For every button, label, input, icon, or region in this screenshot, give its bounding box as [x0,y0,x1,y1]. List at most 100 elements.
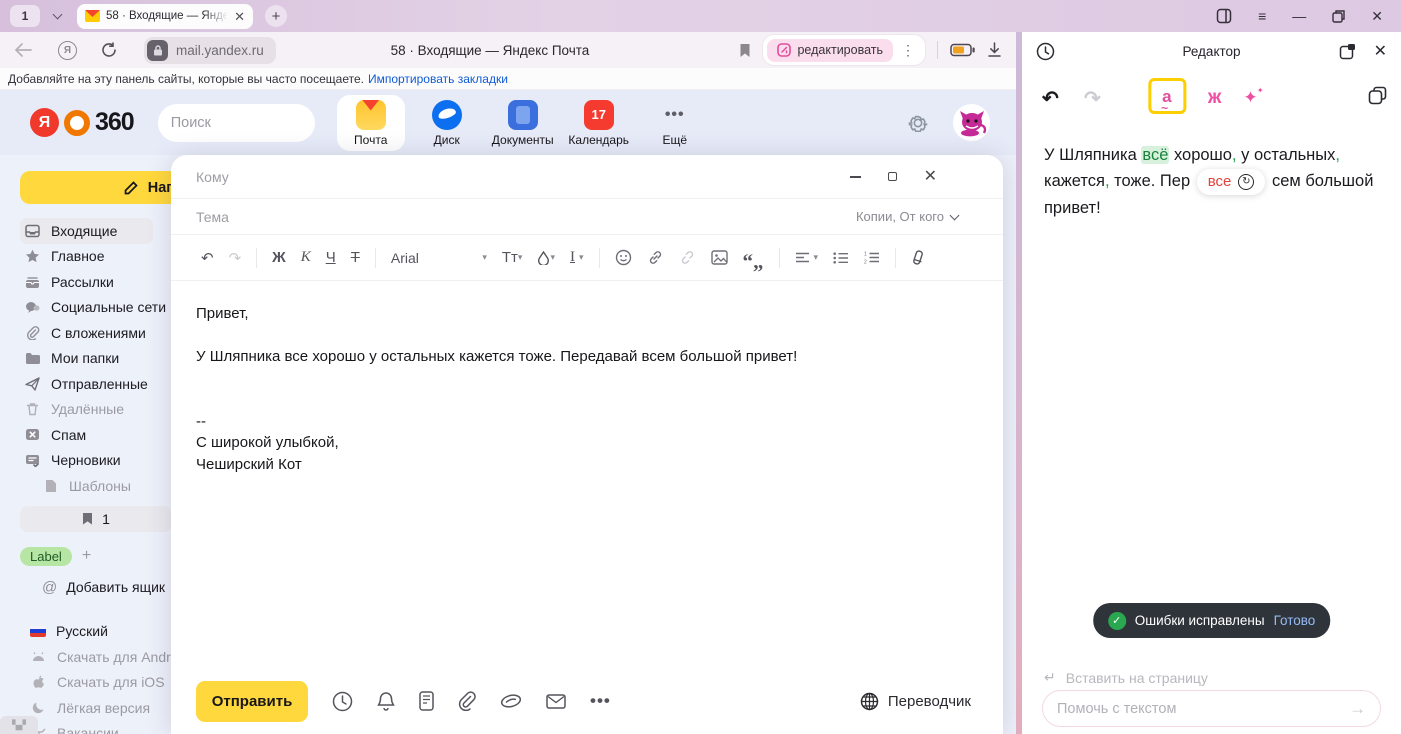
avatar[interactable] [953,104,990,141]
link-icon[interactable] [647,249,664,266]
editor-text[interactable]: У Шляпника всё хорошо, у остальных, каже… [1044,142,1379,222]
insert-to-page-button[interactable]: ↵ Вставить на страницу [1044,669,1208,686]
browser-tab[interactable]: 58 · Входящие — Яндек ✕ [77,4,253,29]
copies-from-toggle[interactable]: Копии, От кого [856,209,978,224]
emoji-icon[interactable] [615,249,632,266]
editor-redo-icon[interactable]: ↷ [1084,86,1101,111]
revert-icon[interactable]: ↻ [1238,174,1254,190]
service-more[interactable]: ••• Ещё [641,95,709,151]
tab-close-icon[interactable]: ✕ [234,10,245,23]
service-mail[interactable]: Почта [337,95,405,151]
service-calendar[interactable]: 17 Календарь [565,95,633,151]
copy-text-icon[interactable] [1368,86,1387,105]
send-button[interactable]: Отправить [196,681,308,722]
attach-file-icon[interactable] [458,691,476,711]
chevron-down-icon[interactable] [53,10,63,20]
font-select[interactable]: Arial ▾ [391,250,487,266]
reminder-bell-icon[interactable] [377,691,395,712]
attach-mail-icon[interactable] [546,694,566,709]
sidebar-item-social[interactable]: Социальные сети [20,295,172,321]
correction-pill[interactable]: все↻ [1197,169,1266,195]
sidebar-item-main[interactable]: Главное [20,244,172,270]
text-color-select[interactable]: I▾ [570,249,584,266]
notes-icon[interactable] [419,691,434,711]
yandex-button-icon[interactable]: Я [58,41,77,60]
address-field[interactable]: mail.yandex.ru [144,37,276,64]
close-panel-icon[interactable]: ✕ [1374,41,1387,61]
compose-expand-icon[interactable] [888,172,897,181]
sidebar-item-inbox[interactable]: Входящие [20,218,153,244]
vacancies-link[interactable]: Вакансии [20,721,172,734]
magic-sparkle-icon[interactable]: ✦ [1243,88,1257,108]
edit-page-button[interactable]: редактировать [767,39,893,62]
toast-done-button[interactable]: Готово [1274,613,1316,628]
redo-icon[interactable]: ↷ [229,249,242,267]
strikethrough-button[interactable]: Т [351,249,360,266]
label-tag[interactable]: Label [20,547,72,566]
improve-style-icon[interactable]: ж [1208,87,1221,109]
sidebar-item-deleted[interactable]: Удалённые [20,397,172,423]
new-tab-button[interactable]: + [265,5,287,27]
more-actions-icon[interactable]: ••• [590,691,611,711]
language-link[interactable]: Русский [20,619,172,645]
side-panel-icon[interactable] [1216,8,1232,24]
quote-icon[interactable]: “„ [743,257,764,265]
prompt-input[interactable] [1057,701,1349,717]
add-mailbox-button[interactable]: @ Добавить ящик [20,579,172,596]
compose-close-icon[interactable]: ✕ [924,169,937,185]
unlink-icon[interactable] [679,249,696,266]
compose-body[interactable]: Привет, У Шляпника все хорошо у остальны… [171,281,1003,497]
history-clock-icon[interactable] [1036,42,1055,61]
italic-button[interactable]: К [301,249,311,266]
menu-icon[interactable]: ≡ [1258,8,1266,24]
light-version-link[interactable]: Лёгкая версия [20,695,172,721]
corner-widget[interactable]: ▚▞ [0,716,38,734]
more-options-icon[interactable]: ⋮ [897,42,919,59]
sidebar-item-drafts[interactable]: Черновики [20,448,172,474]
download-android-link[interactable]: Скачать для Android [20,644,172,670]
sidebar-item-spam[interactable]: Спам [20,422,172,448]
bold-button[interactable]: Ж [272,249,286,266]
eraser-icon[interactable] [911,250,925,265]
to-field[interactable] [196,169,830,185]
underline-button[interactable]: Ч [326,249,336,266]
schedule-send-icon[interactable] [332,691,353,712]
downloads-icon[interactable] [987,42,1002,58]
submit-arrow-icon[interactable]: → [1349,699,1366,719]
align-select[interactable]: ▾ [795,252,819,264]
editor-undo-icon[interactable]: ↶ [1042,86,1059,111]
bookmark-icon[interactable] [739,43,751,58]
attach-from-disk-icon[interactable] [500,694,522,708]
yandex360-logo[interactable]: Я 360 [30,108,134,137]
download-ios-link[interactable]: Скачать для iOS [20,670,172,696]
settings-gear-icon[interactable] [907,112,929,134]
sidebar-item-sent[interactable]: Отправленные [20,371,172,397]
tab-counter-button[interactable]: 1 [10,5,40,27]
insert-image-icon[interactable] [711,250,728,265]
translator-button[interactable]: Переводчик [860,692,971,711]
search-input[interactable] [171,115,358,131]
service-disk[interactable]: Диск [413,95,481,151]
minimize-window-icon[interactable]: — [1292,8,1306,24]
import-bookmarks-link[interactable]: Импортировать закладки [368,72,508,86]
sidebar-item-templates[interactable]: Шаблоны [20,473,172,499]
numbered-list-icon[interactable]: 12 [864,251,880,264]
highlight-color-select[interactable]: ▾ [537,251,555,265]
bullet-list-icon[interactable] [833,252,849,264]
fix-errors-button[interactable]: a [1148,78,1186,114]
sidebar-item-attachments[interactable]: С вложениями [20,320,172,346]
undo-icon[interactable]: ↶ [201,249,214,267]
restore-window-icon[interactable] [1332,10,1345,23]
sidebar-item-folders[interactable]: Мои папки [20,346,172,372]
detach-panel-icon[interactable] [1339,43,1356,60]
subject-field[interactable] [196,209,856,225]
reload-icon[interactable] [101,42,118,58]
compose-minimize-icon[interactable] [850,176,861,178]
saved-bookmark-row[interactable]: 1 [20,506,172,532]
sidebar-item-newsletters[interactable]: Рассылки [20,269,172,295]
font-size-select[interactable]: Tт▾ [502,249,523,266]
service-docs[interactable]: Документы [489,95,557,151]
close-window-icon[interactable]: ✕ [1371,8,1383,25]
battery-icon[interactable] [950,43,975,57]
add-label-icon[interactable]: + [82,547,91,565]
